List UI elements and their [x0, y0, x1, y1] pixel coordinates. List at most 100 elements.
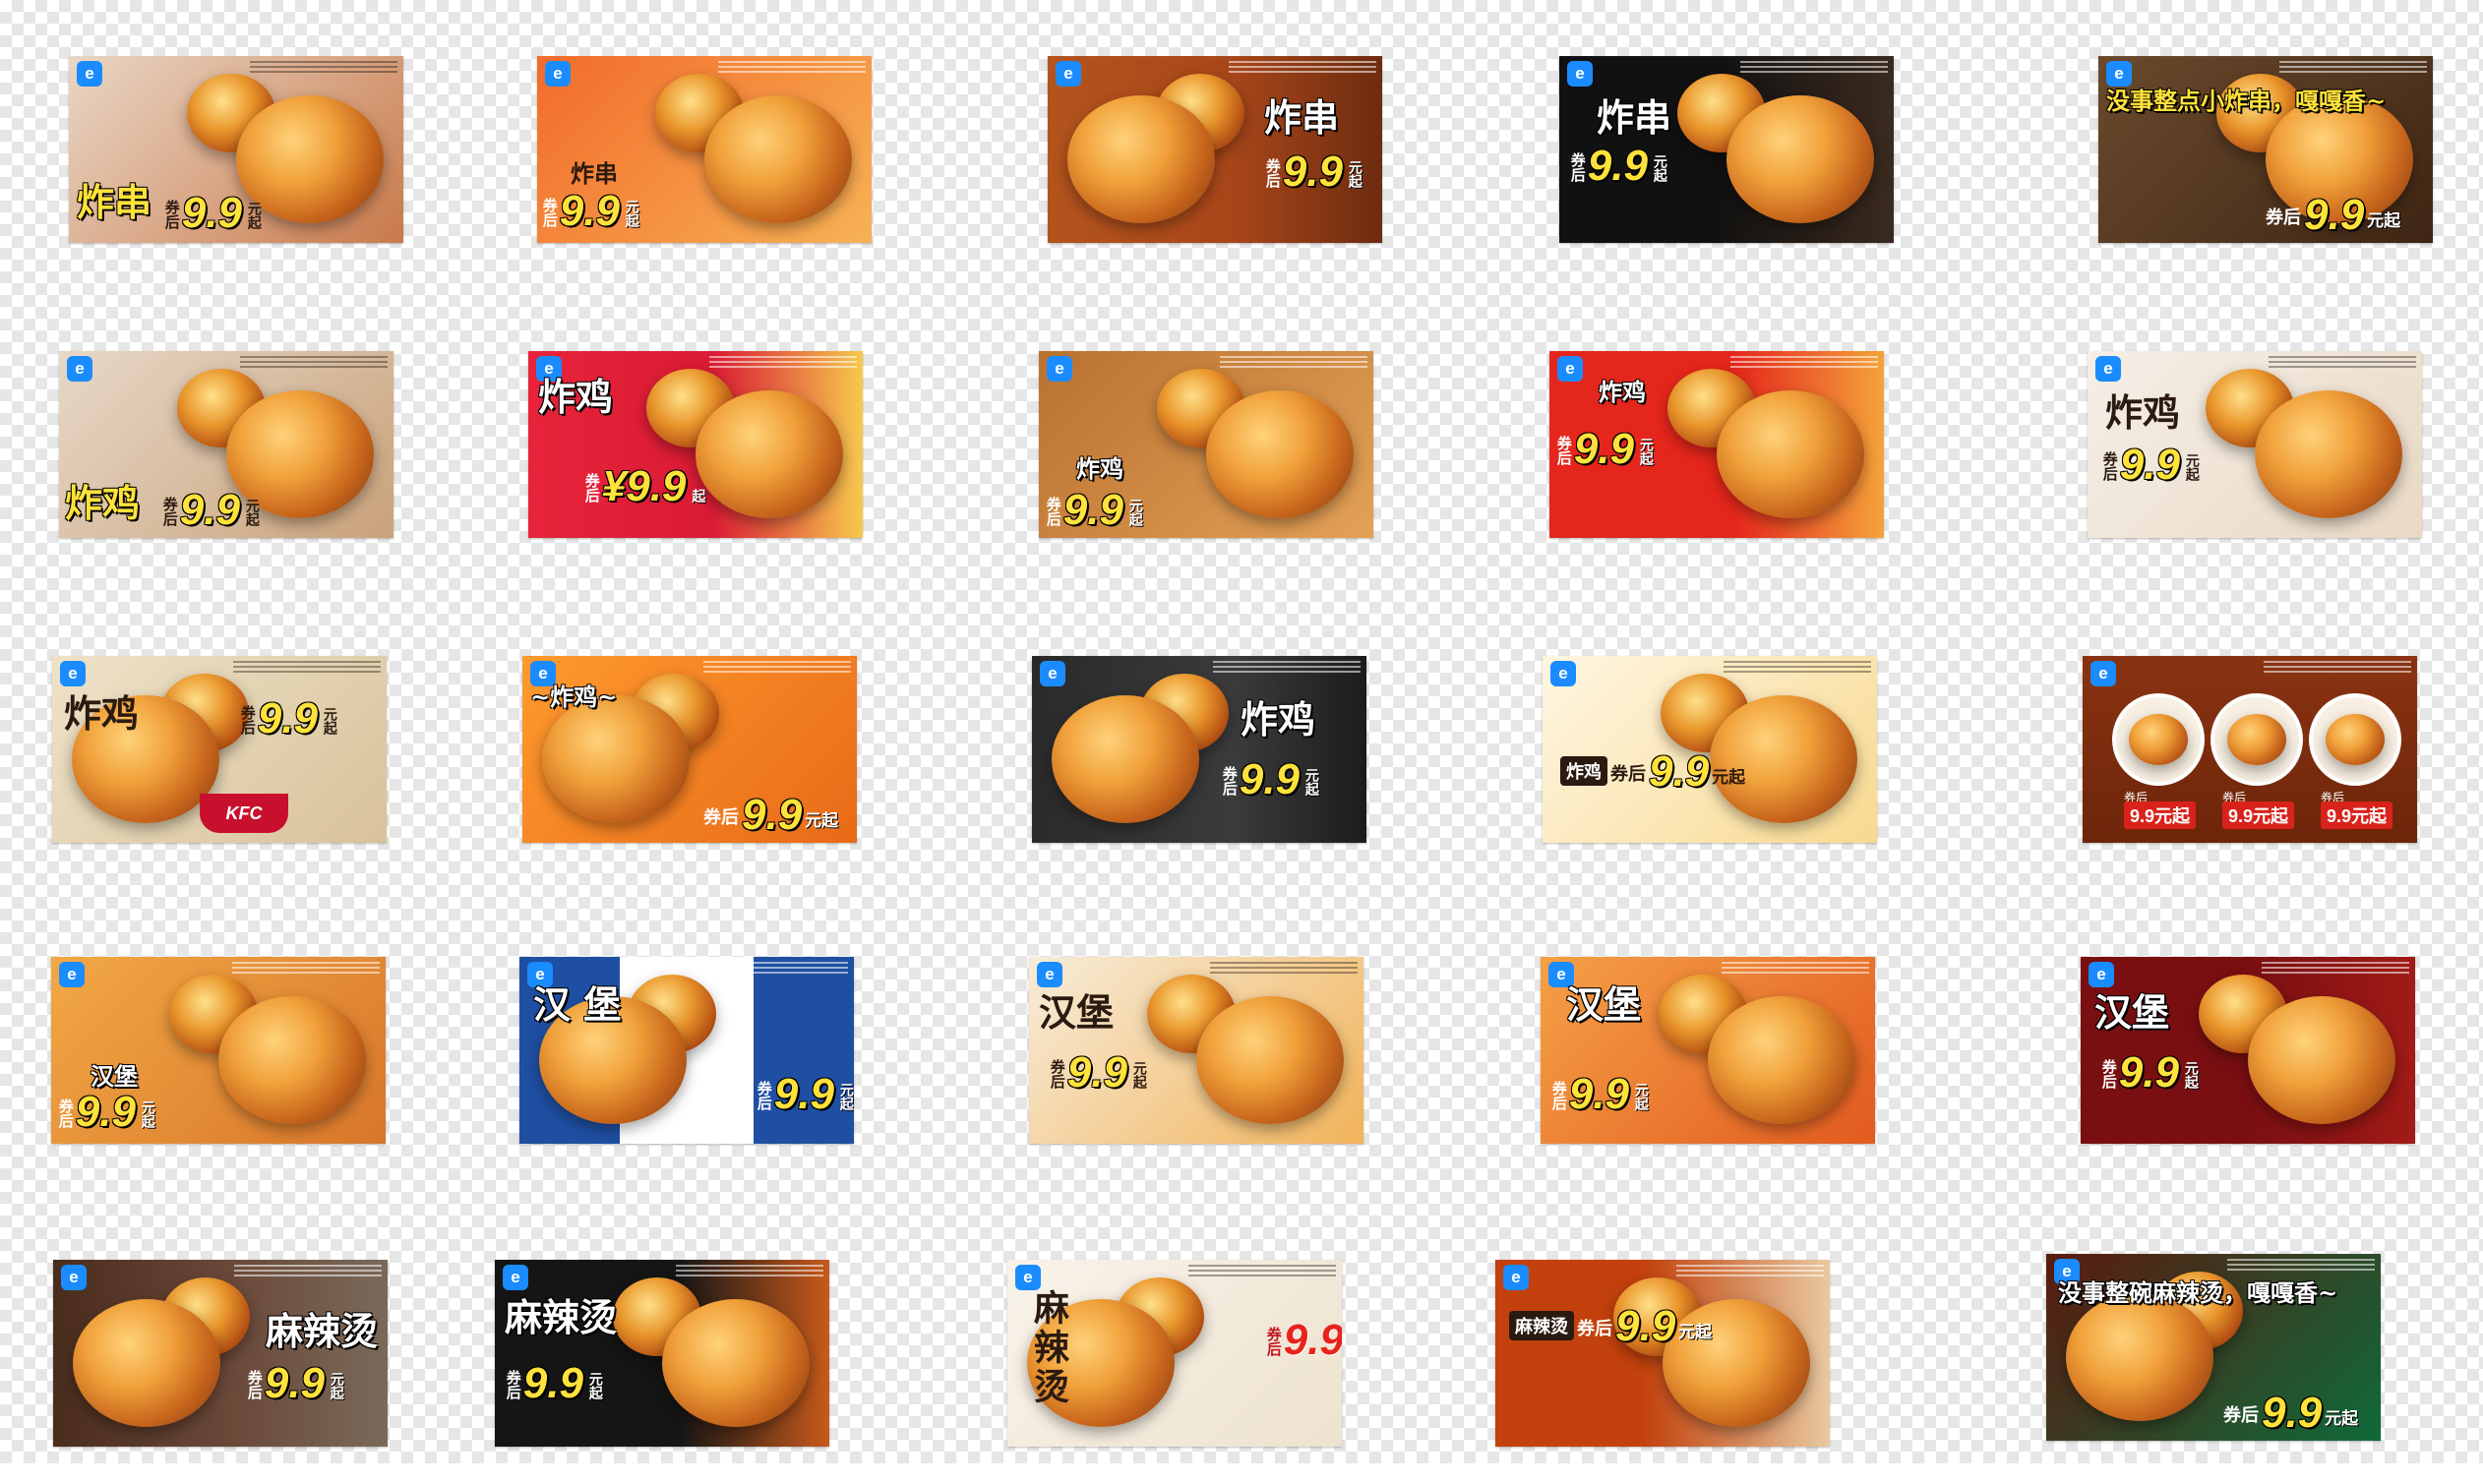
fine-print — [1213, 661, 1361, 675]
banner-card[interactable]: e 汉堡 券后 9.9 元起 — [2081, 957, 2415, 1144]
fine-print — [1730, 356, 1878, 370]
banner-title: 炸串 — [571, 159, 618, 188]
price-block: 券后9.9元起 — [1555, 428, 1657, 471]
price-label: 9.9元起 — [2222, 801, 2295, 829]
banner-card[interactable]: e 汉堡 券后 9.9 元起 — [1029, 957, 1363, 1144]
coupon-tag: 券后 — [703, 807, 739, 828]
price-unit: 元起 — [244, 499, 261, 526]
banner-title: 炸鸡 — [1599, 378, 1646, 406]
banner-card[interactable]: e 汉堡 券后 9.9 元起 — [1541, 957, 1875, 1144]
food-image — [1067, 95, 1215, 223]
fine-print — [240, 356, 388, 370]
banner-card[interactable]: e汉 堡券后 9.9 元起 — [519, 957, 854, 1144]
price-block: 券后9.9元起 — [1045, 489, 1146, 532]
banner-card[interactable]: e 炸串 券后 9.9 元起 — [537, 56, 872, 243]
price-block: 券后9.9元起 — [2223, 1392, 2358, 1435]
fine-print — [233, 661, 381, 675]
banner-card[interactable]: e 炸鸡 券后 9.9 元起 — [1032, 656, 1366, 843]
price-block: 券后9.9元起 — [2266, 194, 2400, 237]
food-image — [2066, 1293, 2213, 1421]
price-block: 券后9.9元起 — [505, 1362, 606, 1405]
eleme-logo-icon: e — [503, 1265, 528, 1290]
banner-card[interactable]: e ~炸鸡~ 券后 9.9 元起 — [522, 656, 857, 843]
price-unit: 元起 — [587, 1372, 604, 1399]
banner-card[interactable]: e 炸鸡 券后 ¥9.9 起 — [528, 351, 863, 538]
price-value: 9.9 — [522, 1359, 583, 1407]
coupon-tag: 券后 — [1568, 152, 1586, 182]
price-unit: 元起 — [1678, 1323, 1713, 1341]
food-image — [1206, 390, 1354, 518]
price-value: 9.9 — [179, 486, 240, 534]
banner-card[interactable]: e 炸鸡 券后 9.9 元起 — [1543, 656, 1877, 843]
banner-card[interactable]: e麻辣烫券后9.9元起 — [1495, 1260, 1830, 1447]
banner-card[interactable]: e麻辣烫券后9.9元起 — [53, 1260, 388, 1447]
food-image — [1052, 695, 1199, 823]
plate-image — [2112, 693, 2205, 786]
food-image — [662, 1299, 810, 1427]
banner-card[interactable]: 券后 9.9元起 券后 9.9元起 券后 9.9元起 e — [2083, 656, 2417, 843]
price-block: 券后9.9元起 — [161, 489, 263, 532]
food-image — [704, 95, 852, 223]
price-value: 9.9 — [2119, 441, 2180, 489]
banner-card[interactable]: e 炸串 券后 9.9 元起 — [69, 56, 403, 243]
price-block: 炸鸡 券后 9.9 元起 — [1560, 750, 1745, 794]
category-chip: 炸鸡 — [1560, 756, 1607, 786]
coupon-tag: 券后 — [1263, 158, 1281, 188]
price-value: 9.9 — [742, 791, 803, 839]
price-unit: 元起 — [140, 1100, 156, 1128]
eleme-logo-icon: e — [1567, 61, 1593, 87]
fine-print — [2227, 1259, 2375, 1273]
banner-title: 汉堡 — [1566, 982, 1642, 1027]
banner-card[interactable]: e 没事整点小炸串，嘎嘎香~ 券后 9.9 元起 — [2098, 56, 2433, 243]
price-block: 券后 ¥9.9 起 — [583, 465, 708, 508]
banner-card[interactable]: e 炸鸡 券后 9.9 元起 — [2088, 351, 2422, 538]
banner-card[interactable]: e 炸串 券后 9.9 元起 — [1559, 56, 1894, 243]
banner-card[interactable]: e麻辣烫券后9.9元起 — [495, 1260, 829, 1447]
price-value: 9.9 — [181, 189, 242, 237]
price-block: 券后9.9元起 — [1550, 1073, 1652, 1116]
fine-print — [718, 61, 866, 75]
fine-print — [703, 661, 851, 675]
coupon-tag: 券后 — [245, 1370, 263, 1399]
food-image — [1717, 390, 1864, 518]
coupon-tag: 券后 — [504, 1370, 521, 1399]
price-value: 9.9 — [1573, 425, 1634, 473]
price-block: 券后9.9元起 — [2100, 1051, 2202, 1095]
price-value: 9.9 — [1587, 142, 1648, 190]
banner-card[interactable]: e麻辣烫券后9.9元起 — [1007, 1260, 1342, 1447]
coupon-tag: 券后 — [1220, 766, 1238, 796]
eleme-logo-icon: e — [1550, 661, 1576, 686]
banner-title: 没事整点小炸串，嘎嘎香~ — [2106, 87, 2387, 115]
price-value: 9.9 — [559, 187, 620, 235]
plate-image — [2210, 693, 2303, 786]
banner-title: 炸鸡 — [65, 481, 141, 525]
coupon-tag: 券后 — [540, 198, 558, 227]
eleme-logo-icon: e — [59, 962, 85, 987]
banner-card[interactable]: e 没事整碗麻辣烫，嘎嘎香~ 券后 9.9 元起 — [2046, 1254, 2381, 1441]
coupon-tag: 券后 — [2100, 451, 2118, 481]
banner-title: 炸串 — [77, 180, 152, 224]
price-unit: 元起 — [329, 1372, 345, 1399]
eleme-logo-icon: e — [2090, 661, 2116, 686]
eleme-logo-icon: e — [1503, 1265, 1529, 1290]
banner-title: 炸鸡 — [1241, 697, 1316, 742]
banner-card[interactable]: e 炸鸡 券后 9.9 元起 KFC — [52, 656, 387, 843]
price-unit: 元起 — [624, 200, 640, 227]
price-unit: 元起 — [2184, 453, 2201, 481]
food-image — [2248, 996, 2395, 1124]
banner-card[interactable]: e 汉堡 券后 9.9 元起 — [51, 957, 386, 1144]
banner-card[interactable]: e 炸鸡 券后 9.9 元起 — [1549, 351, 1884, 538]
banner-title: 炸串 — [1597, 95, 1672, 140]
price-value: 9.9 — [257, 694, 318, 742]
fine-print — [1229, 61, 1376, 75]
banner-card[interactable]: e 炸鸡 券后 9.9 元起 — [59, 351, 394, 538]
banner-card[interactable]: e 炸鸡 券后 9.9 元起 — [1039, 351, 1373, 538]
price-value: 9.9 — [1062, 486, 1123, 534]
banner-card[interactable]: e 炸串 券后 9.9 元起 — [1048, 56, 1382, 243]
banner-title: 汉堡 — [1039, 990, 1115, 1035]
food-image — [2227, 714, 2286, 765]
banner-title: 没事整碗麻辣烫，嘎嘎香~ — [2058, 1278, 2338, 1307]
fine-print — [234, 1265, 382, 1278]
price-unit: 元起 — [2183, 1061, 2200, 1089]
price-value: 9.9 — [264, 1359, 325, 1407]
